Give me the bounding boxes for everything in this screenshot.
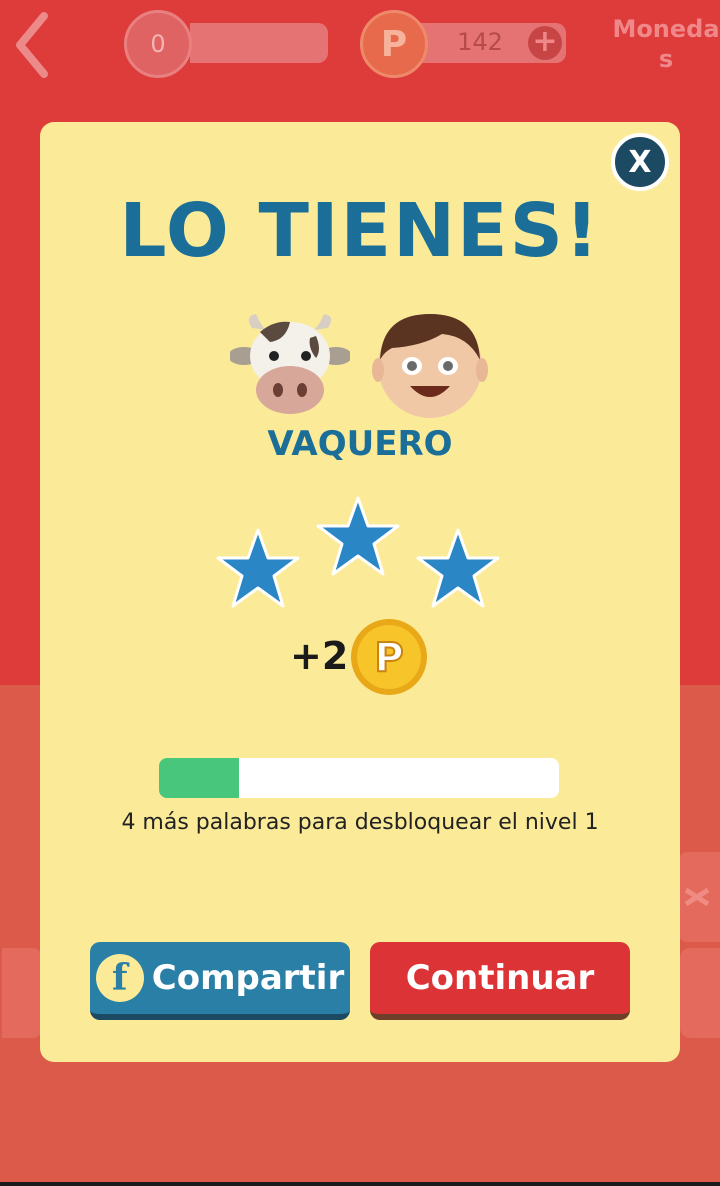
- level-progress-fill: [159, 758, 239, 798]
- share-button[interactable]: f Compartir: [90, 942, 350, 1020]
- level-badge: 0: [124, 10, 192, 78]
- reward-amount: +2: [290, 634, 349, 678]
- coin-symbol: P: [380, 23, 408, 65]
- level-progress-bar: [190, 23, 328, 63]
- back-chevron-icon[interactable]: [10, 10, 54, 80]
- coin-icon: P: [351, 619, 427, 695]
- monedas-label[interactable]: Moneda s: [612, 14, 720, 74]
- continue-button[interactable]: Continuar: [370, 942, 630, 1020]
- coin-icon: P: [360, 10, 428, 78]
- shuffle-button[interactable]: [678, 852, 720, 942]
- close-button[interactable]: X: [611, 133, 669, 191]
- star-icon: [416, 528, 500, 608]
- add-coins-button[interactable]: +: [528, 26, 562, 60]
- right-hint-button[interactable]: [680, 948, 720, 1038]
- cow-face-emoji-icon: [230, 314, 350, 414]
- coin-count: 142: [457, 28, 503, 56]
- star-icon: [316, 496, 400, 576]
- facebook-icon: f: [95, 954, 144, 1002]
- left-hint-button[interactable]: [2, 948, 42, 1038]
- dialog-title: LO TIENES!: [119, 188, 601, 274]
- star-icon: [216, 528, 300, 608]
- answer-word: VAQUERO: [267, 424, 453, 464]
- share-label: Compartir: [151, 958, 345, 998]
- level-progress-bar: [159, 758, 559, 798]
- continue-label: Continuar: [405, 958, 595, 998]
- boy-face-emoji-icon: [372, 314, 488, 418]
- shuffle-icon: [684, 887, 710, 907]
- progress-message: 4 más palabras para desbloquear el nivel…: [121, 810, 599, 835]
- level-value: 0: [150, 30, 166, 58]
- bottom-edge: [0, 1182, 720, 1186]
- coin-symbol: P: [374, 635, 403, 681]
